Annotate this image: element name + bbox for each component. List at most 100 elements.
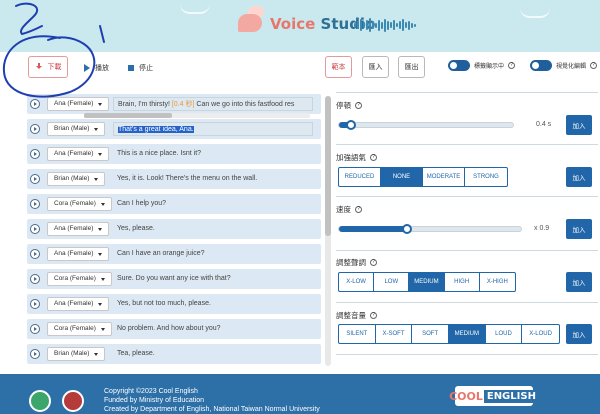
visual-edit-toggle[interactable]: 視覺化編輯 ? (530, 60, 598, 71)
add-pitch-button[interactable]: 加入 (566, 272, 592, 292)
export-button[interactable]: 匯出 (398, 56, 425, 78)
dialogue-row[interactable]: Ana (Female) Brain, I'm thirsty! [0.4 秒] … (27, 94, 321, 114)
caret-down-icon (98, 302, 103, 306)
speaker-select[interactable]: Cora (Female) (47, 322, 112, 336)
pause-tag[interactable]: [0.4 秒] (172, 101, 195, 108)
speaker-select[interactable]: Cora (Female) (47, 272, 112, 286)
volume-option[interactable]: LOUD (486, 325, 523, 343)
speaker-select[interactable]: Cora (Female) (47, 197, 112, 211)
scrollbar-thumb[interactable] (84, 113, 172, 118)
volume-option[interactable]: X-LOUD (522, 325, 559, 343)
divider (336, 354, 598, 355)
dialogue-row[interactable]: Ana (Female) Yes, please. (27, 219, 321, 239)
line-text-input[interactable]: This is a nice place. Isnt it? (113, 147, 313, 161)
play-line-icon[interactable] (30, 299, 40, 309)
speaker-select[interactable]: Brian (Male) (47, 347, 106, 361)
line-text-input[interactable]: That's a great idea, Ana. (113, 122, 313, 136)
emphasis-selector[interactable]: REDUCED NONE MODERATE STRONG (338, 167, 508, 187)
toggle-switch[interactable] (448, 60, 470, 71)
help-icon[interactable]: ? (370, 259, 377, 266)
speaker-select[interactable]: Ana (Female) (47, 222, 110, 236)
pitch-option[interactable]: X-LOW (339, 273, 375, 291)
play-line-icon[interactable] (30, 249, 40, 259)
emphasis-option[interactable]: NONE (381, 168, 423, 186)
play-line-icon[interactable] (30, 324, 40, 334)
slider-knob[interactable] (402, 224, 412, 234)
toggle-switch[interactable] (530, 60, 552, 71)
dialogue-row[interactable]: Brian (Male) Yes, it is. Look! There's th… (27, 169, 321, 189)
dialogue-row[interactable]: Brian (Male) That's a great idea, Ana. (27, 119, 321, 139)
add-volume-button[interactable]: 加入 (566, 324, 592, 344)
emphasis-option[interactable]: MODERATE (423, 168, 465, 186)
download-button[interactable]: 下載 (28, 56, 68, 78)
pause-slider[interactable] (338, 120, 514, 130)
help-icon[interactable]: ? (508, 62, 516, 69)
line-text-input[interactable]: Brain, I'm thirsty! [0.4 秒] Can we go in… (113, 97, 313, 111)
caret-down-icon (100, 327, 105, 331)
emphasis-option[interactable]: STRONG (465, 168, 507, 186)
volume-option[interactable]: SILENT (339, 325, 376, 343)
dialogue-row[interactable]: Ana (Female) This is a nice place. Isnt i… (27, 144, 321, 164)
pitch-option[interactable]: LOW (374, 273, 410, 291)
import-button[interactable]: 匯入 (362, 56, 389, 78)
dialogue-row[interactable]: Ana (Female) Yes, but not too much, pleas… (27, 294, 321, 314)
volume-option[interactable]: MEDIUM (448, 325, 486, 343)
play-line-icon[interactable] (30, 174, 40, 184)
volume-option[interactable]: SOFT (412, 325, 449, 343)
selected-text: That's a great idea, Ana. (118, 126, 194, 133)
volume-option[interactable]: X-SOFT (376, 325, 413, 343)
pitch-selector[interactable]: X-LOW LOW MEDIUM HIGH X-HIGH (338, 272, 516, 292)
rate-slider[interactable] (338, 224, 522, 234)
speaker-select[interactable]: Ana (Female) (47, 97, 110, 111)
help-icon[interactable]: ? (590, 62, 598, 69)
tag-display-toggle[interactable]: 標籤顯示中 ? (448, 60, 516, 71)
line-text-input[interactable]: Yes, please. (113, 222, 313, 236)
pitch-option[interactable]: X-HIGH (480, 273, 515, 291)
speaker-select[interactable]: Ana (Female) (47, 147, 110, 161)
sample-button[interactable]: 範本 (325, 56, 352, 78)
line-text-input[interactable]: Yes, but not too much, please. (113, 297, 313, 311)
stop-button[interactable]: 停止 (128, 58, 153, 78)
dialogue-row[interactable]: Brian (Male) Tea, please. (27, 344, 321, 364)
play-line-icon[interactable] (30, 224, 40, 234)
scrollbar-thumb[interactable] (325, 96, 331, 236)
line-text-input[interactable]: Yes, it is. Look! There's the menu on th… (113, 172, 313, 186)
play-line-icon[interactable] (30, 199, 40, 209)
pitch-option[interactable]: MEDIUM (409, 273, 445, 291)
line-text-input[interactable]: Can I help you? (113, 197, 313, 211)
add-pause-button[interactable]: 加入 (566, 115, 592, 135)
dialogue-row[interactable]: Ana (Female) Can I have an orange juice? (27, 244, 321, 264)
slider-knob[interactable] (346, 120, 356, 130)
speaker-select[interactable]: Ana (Female) (47, 247, 110, 261)
add-emphasis-button[interactable]: 加入 (566, 167, 592, 187)
pitch-option[interactable]: HIGH (445, 273, 480, 291)
play-line-icon[interactable] (30, 99, 40, 109)
play-line-icon[interactable] (30, 124, 40, 134)
line-text-input[interactable]: Sure. Do you want any ice with that? (113, 272, 313, 286)
line-horizontal-scrollbar[interactable] (84, 113, 310, 118)
add-rate-button[interactable]: 加入 (566, 219, 592, 239)
emphasis-option[interactable]: REDUCED (339, 168, 381, 186)
line-text-input[interactable]: Can I have an orange juice? (113, 247, 313, 261)
help-icon[interactable]: ? (355, 206, 362, 213)
speaker-select[interactable]: Ana (Female) (47, 297, 110, 311)
ministry-seal-logo (29, 390, 51, 412)
dialogue-row[interactable]: Cora (Female) Can I help you? (27, 194, 321, 214)
speaker-select[interactable]: Brian (Male) (47, 172, 106, 186)
university-seal-logo (62, 390, 84, 412)
dialogue-scrollbar[interactable] (325, 96, 331, 366)
play-line-icon[interactable] (30, 349, 40, 359)
dialogue-row[interactable]: Cora (Female) No problem. And how about y… (27, 319, 321, 339)
dialogue-row[interactable]: Cora (Female) Sure. Do you want any ice w… (27, 269, 321, 289)
play-line-icon[interactable] (30, 274, 40, 284)
line-text-input[interactable]: No problem. And how about you? (113, 322, 313, 336)
speaker-select[interactable]: Brian (Male) (47, 122, 106, 136)
help-icon[interactable]: ? (370, 312, 377, 319)
help-icon[interactable]: ? (355, 102, 362, 109)
play-line-icon[interactable] (30, 149, 40, 159)
line-text-input[interactable]: Tea, please. (113, 347, 313, 361)
cool-english-logo[interactable]: COOL ENGLISH (449, 386, 539, 406)
play-button[interactable]: 播放 (84, 58, 109, 78)
volume-selector[interactable]: SILENT X-SOFT SOFT MEDIUM LOUD X-LOUD (338, 324, 560, 344)
help-icon[interactable]: ? (370, 154, 377, 161)
